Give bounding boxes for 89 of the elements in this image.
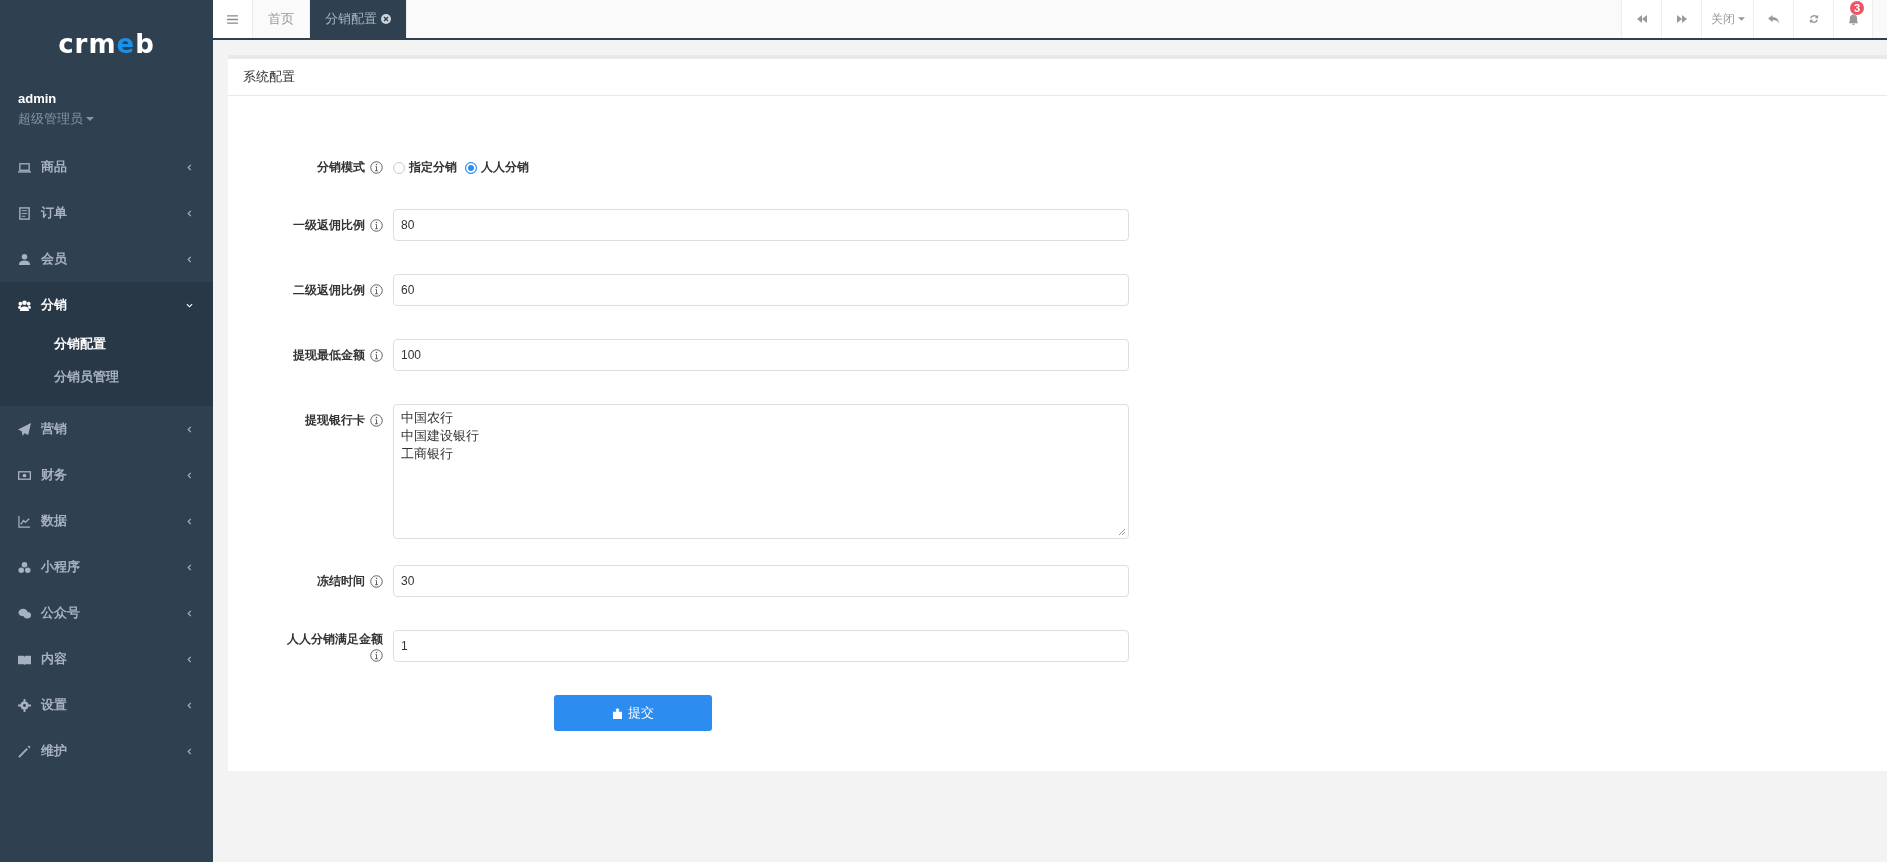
submit-button[interactable]: 提交: [554, 695, 712, 731]
info-icon: [370, 218, 383, 232]
info-icon: [370, 574, 383, 588]
info-icon: [370, 348, 383, 362]
field-label: 冻结时间: [317, 572, 365, 590]
logo: crmeb: [57, 28, 156, 61]
menu-button[interactable]: [213, 0, 253, 38]
file-icon: [18, 206, 31, 220]
input-field[interactable]: 60: [393, 274, 1129, 306]
chevron-left-icon: [186, 701, 193, 709]
notification-badge: 3: [1850, 1, 1864, 15]
chevron-left-icon: [186, 209, 193, 217]
chevron-left-icon: [186, 163, 193, 171]
radio-label: 人人分销: [481, 159, 529, 176]
chevron-left-icon: [186, 425, 193, 433]
info-icon: [370, 161, 383, 174]
close-icon[interactable]: [381, 14, 391, 24]
double-left-icon: [1636, 15, 1647, 23]
refresh-icon: [1808, 14, 1819, 24]
user-icon: [18, 252, 31, 266]
menu-item[interactable]: 小程序: [0, 544, 213, 590]
card-title: 系统配置: [228, 59, 1887, 96]
info-icon: [370, 414, 383, 427]
text-line: 工商银行: [401, 445, 453, 463]
radio-button[interactable]: [393, 161, 405, 174]
chevron-left-icon: [186, 655, 193, 663]
money-icon: [18, 468, 31, 482]
notification-button[interactable]: 3: [1833, 0, 1873, 38]
send-icon: [18, 422, 31, 436]
users-icon: [18, 298, 31, 312]
menu-item[interactable]: 设置: [0, 682, 213, 728]
submenu-item[interactable]: 分销配置: [0, 328, 213, 361]
scroll-right-button[interactable]: [1661, 0, 1701, 38]
menu-item[interactable]: 公众号: [0, 590, 213, 636]
refresh-button[interactable]: [1793, 0, 1833, 38]
laptop-icon: [18, 160, 31, 174]
input-field[interactable]: 100: [393, 339, 1129, 371]
close-dropdown[interactable]: 关闭: [1701, 0, 1753, 38]
input-field[interactable]: 30: [393, 565, 1129, 597]
menu-item[interactable]: 商品: [0, 144, 213, 190]
submenu-item[interactable]: 分销员管理: [0, 361, 213, 394]
cubes-icon: [18, 560, 31, 574]
input-field[interactable]: 80: [393, 209, 1129, 241]
tab[interactable]: 分销配置: [310, 0, 407, 38]
field-label: 一级返佣比例: [293, 216, 365, 234]
text-area[interactable]: 中国农行 中国建设银行 工商银行: [393, 404, 1129, 539]
menu-item[interactable]: 财务: [0, 452, 213, 498]
menu-item[interactable]: 营销: [0, 406, 213, 452]
field-label: 人人分销满足金额: [287, 630, 383, 648]
menu-item[interactable]: 会员: [0, 236, 213, 282]
menu-item[interactable]: 分销: [0, 282, 213, 328]
chevron-left-icon: [186, 471, 193, 479]
chevron-left-icon: [186, 747, 193, 755]
double-right-icon: [1676, 15, 1687, 23]
radio-button[interactable]: [465, 161, 477, 174]
gear-icon: [18, 698, 31, 712]
menu-item[interactable]: 数据: [0, 498, 213, 544]
menu-item[interactable]: 维护: [0, 728, 213, 774]
chevron-left-icon: [186, 255, 193, 263]
upload-icon: [612, 707, 622, 719]
chevron-down-icon: [186, 301, 193, 309]
field-label: 提现最低金额: [293, 346, 365, 364]
info-icon: [370, 283, 383, 297]
chevron-left-icon: [186, 609, 193, 617]
chart-icon: [18, 514, 31, 528]
menu-item[interactable]: 订单: [0, 190, 213, 236]
field-label: 二级返佣比例: [293, 281, 365, 299]
field-label: 提现银行卡: [305, 412, 365, 429]
caret-icon: [86, 117, 94, 121]
back-button[interactable]: [1753, 0, 1793, 38]
user-name: admin: [18, 91, 58, 106]
reply-icon: [1768, 14, 1779, 24]
wand-icon: [18, 744, 31, 758]
input-field[interactable]: 1: [393, 630, 1129, 662]
caret-icon: [1737, 17, 1745, 21]
chevron-left-icon: [186, 563, 193, 571]
resize-grip-icon: [1118, 528, 1126, 536]
field-label: 分销模式: [317, 159, 365, 176]
menu-item[interactable]: 内容: [0, 636, 213, 682]
radio-label: 指定分销: [409, 159, 457, 176]
bell-icon: [1847, 13, 1859, 25]
chevron-left-icon: [186, 517, 193, 525]
menu-icon: [227, 14, 238, 24]
text-line: 中国建设银行: [401, 427, 479, 445]
scroll-left-button[interactable]: [1621, 0, 1661, 38]
text-line: 中国农行: [401, 409, 453, 427]
info-icon: [370, 648, 383, 662]
user-role-dropdown[interactable]: 超级管理员: [18, 110, 94, 128]
chat-icon: [18, 606, 31, 620]
